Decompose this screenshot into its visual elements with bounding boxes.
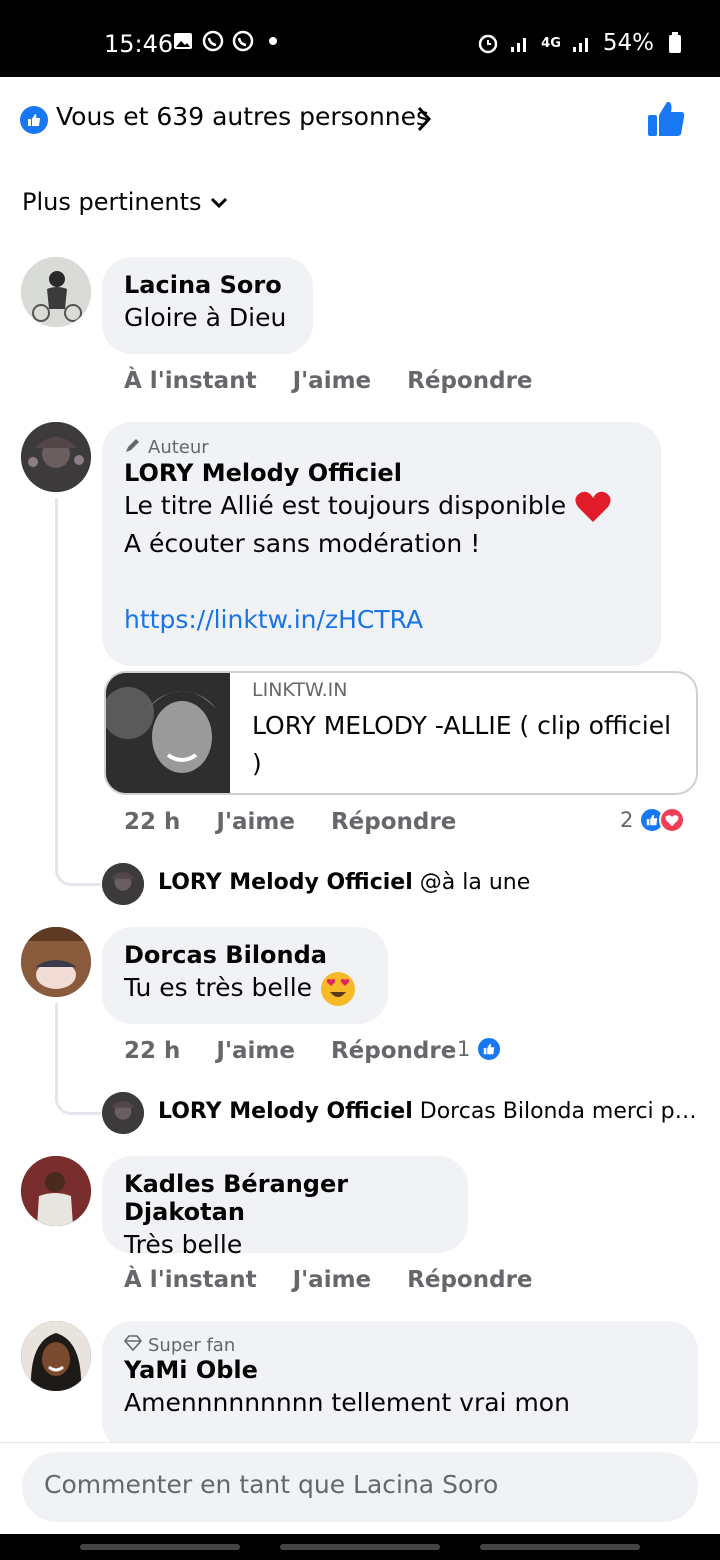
comment-time: 22 h (124, 1038, 181, 1064)
comment-text-line: Tu es très belle (124, 969, 366, 1007)
network-type: 4G (541, 35, 561, 51)
reply-text: Dorcas Bilonda merci prin... (419, 1099, 698, 1124)
alarm-icon (477, 32, 499, 54)
like-link[interactable]: J'aime (293, 1267, 372, 1293)
battery-icon (664, 32, 686, 54)
comment-author[interactable]: LORY Melody Officiel (124, 459, 639, 487)
comment-actions: À l'instant J'aime Répondre (124, 368, 533, 394)
author-tag: Auteur (124, 436, 639, 459)
avatar[interactable] (21, 422, 91, 492)
heart-eyes-emoji-icon (320, 972, 356, 1006)
comment-author[interactable]: Kadles Béranger Djakotan (124, 1170, 446, 1226)
reply-link[interactable]: Répondre (407, 1267, 532, 1293)
nav-home[interactable] (280, 1544, 440, 1550)
comment-time: 22 h (124, 809, 181, 835)
reaction-count[interactable]: 2 (620, 807, 686, 833)
reaction-count[interactable]: 1 (457, 1036, 503, 1062)
link-thumbnail (106, 673, 230, 793)
comment-text: Le titre Allié est toujours disponible (124, 491, 567, 520)
avatar[interactable] (102, 863, 144, 905)
signal-icon (509, 32, 531, 54)
reply-link[interactable]: Répondre (331, 809, 456, 835)
comment-text: Tu es très belle (124, 973, 313, 1002)
whatsapp-icon (202, 30, 224, 52)
comment-text: Amennnnnnnnn tellement vrai mon (124, 1388, 570, 1417)
nav-back[interactable] (480, 1544, 640, 1550)
avatar[interactable] (21, 1321, 91, 1391)
chevron-right-icon[interactable] (414, 104, 434, 138)
reply-author: LORY Melody Officiel (158, 870, 413, 895)
comment-actions: À l'instant J'aime Répondre (124, 1267, 533, 1293)
reactions-summary[interactable]: Vous et 639 autres personnes (56, 102, 429, 131)
reaction-count-value: 1 (457, 1037, 471, 1061)
system-icons: 4G 54% (477, 30, 686, 56)
thread-connector (55, 498, 101, 886)
link-title: LORY MELODY -ALLIE ( clip officiel ) (252, 711, 672, 778)
like-link[interactable]: J'aime (216, 809, 295, 835)
comment-author[interactable]: Dorcas Bilonda (124, 941, 366, 969)
avatar[interactable] (21, 257, 91, 327)
comment-time: À l'instant (124, 368, 257, 394)
comment-author[interactable]: Lacina Soro (124, 271, 291, 299)
reply-text: @à la une (419, 870, 531, 895)
like-reaction-icon (20, 106, 48, 134)
comment-link[interactable]: https://linktw.in/zHCTRA (124, 601, 639, 639)
reaction-count-value: 2 (620, 808, 634, 832)
comment-text: Très belle (124, 1230, 243, 1259)
red-heart-icon (574, 491, 612, 522)
reply-link[interactable]: Répondre (331, 1038, 456, 1064)
diamond-icon (123, 1335, 143, 1356)
system-nav-bar (0, 1534, 720, 1560)
like-link[interactable]: J'aime (216, 1038, 295, 1064)
super-fan-tag: Super fan (123, 1335, 676, 1356)
comment-actions: 22 h J'aime Répondre (124, 1038, 456, 1064)
status-bar: 15:46 4G 54% (0, 0, 720, 77)
avatar[interactable] (102, 1092, 144, 1134)
comment-bubble: Kadles Béranger Djakotan Très belle (102, 1156, 468, 1259)
sort-dropdown[interactable]: Plus pertinents (22, 188, 228, 216)
super-fan-label: Super fan (148, 1335, 236, 1356)
reply-preview[interactable]: LORY Melody Officiel @à la une (158, 870, 698, 895)
like-link[interactable]: J'aime (293, 368, 372, 394)
comment-input-placeholder: Commenter en tant que Lacina Soro (44, 1470, 499, 1499)
comment-actions: 22 h J'aime Répondre (124, 809, 456, 835)
sort-label: Plus pertinents (22, 188, 202, 216)
gallery-icon (172, 30, 194, 52)
avatar[interactable] (21, 1156, 91, 1226)
avatar[interactable] (21, 927, 91, 997)
comment-time: À l'instant (124, 1267, 257, 1293)
author-tag-label: Auteur (148, 437, 209, 458)
comment-author[interactable]: YaMi Oble (124, 1356, 676, 1384)
status-time: 15:46 (104, 30, 174, 58)
comment-bubble: Auteur LORY Melody Officiel Le titre All… (102, 422, 661, 666)
comment-text: A écouter sans modération ! (124, 529, 481, 558)
comment-text: Gloire à Dieu (124, 303, 287, 332)
comment-bubble: Dorcas Bilonda Tu es très belle (102, 927, 388, 1024)
thread-connector (55, 1003, 101, 1115)
like-button-icon[interactable] (646, 100, 686, 142)
comment-text-line1: Le titre Allié est toujours disponible (124, 487, 639, 525)
nav-recent[interactable] (80, 1544, 240, 1550)
like-reaction-icon (476, 1036, 503, 1062)
dot-icon (262, 30, 284, 52)
reply-author: LORY Melody Officiel (158, 1099, 413, 1124)
chevron-down-icon (210, 188, 228, 216)
love-reaction-icon (659, 807, 686, 833)
link-domain: LINKTW.IN (252, 679, 348, 701)
whatsapp-icon (232, 30, 254, 52)
reply-preview[interactable]: LORY Melody Officiel Dorcas Bilonda merc… (158, 1099, 698, 1124)
reply-link[interactable]: Répondre (407, 368, 532, 394)
battery-percent: 54% (602, 30, 654, 56)
notification-icons (172, 30, 284, 52)
signal-icon (571, 32, 593, 54)
comment-bubble: Super fan YaMi Oble Amennnnnnnnn telleme… (102, 1321, 698, 1451)
pen-icon (124, 436, 142, 459)
link-preview-card[interactable]: LINKTW.IN LORY MELODY -ALLIE ( clip offi… (104, 671, 698, 795)
comment-bubble: Lacina Soro Gloire à Dieu (102, 257, 313, 354)
